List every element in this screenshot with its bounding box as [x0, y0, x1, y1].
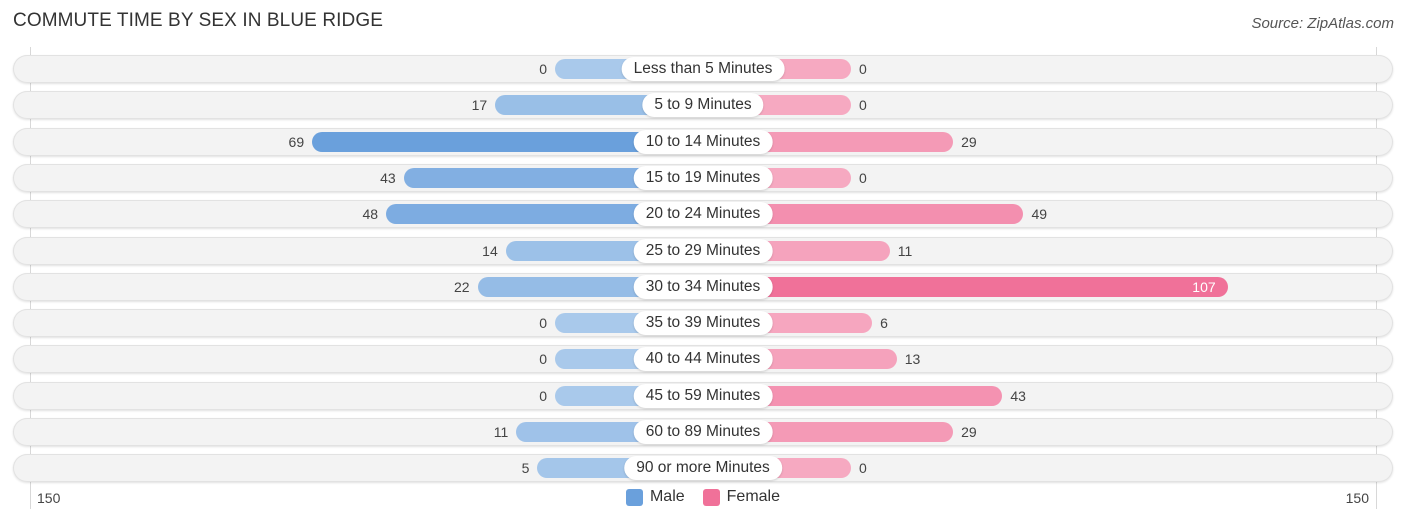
value-label-female: 0	[859, 97, 867, 114]
female-swatch-icon	[702, 488, 720, 506]
value-label-male: 11	[493, 424, 509, 440]
legend-item-female[interactable]: Female	[702, 488, 781, 506]
category-label: 20 to 24 Minutes	[633, 202, 773, 227]
value-label-male: 0	[539, 351, 547, 368]
value-label-female: 0	[859, 169, 867, 186]
value-label-male: 17	[471, 97, 488, 114]
category-label: 60 to 89 Minutes	[633, 420, 773, 444]
male-swatch-icon	[625, 488, 643, 506]
value-label-male: 43	[380, 169, 396, 186]
value-label-female: 49	[1031, 206, 1048, 223]
category-label: 15 to 19 Minutes	[633, 165, 773, 190]
value-label-male: 14	[482, 242, 498, 259]
legend: Male Female	[0, 488, 1406, 506]
value-label-female: 0	[859, 460, 867, 477]
category-label: 40 to 44 Minutes	[633, 347, 773, 372]
legend-item-male[interactable]: Male	[625, 488, 685, 506]
value-label-female: 11	[897, 242, 913, 259]
category-label: 35 to 39 Minutes	[633, 311, 773, 336]
value-label-female: 13	[904, 351, 921, 368]
legend-label-male: Male	[649, 488, 685, 505]
value-label-female: 107	[1192, 278, 1216, 295]
chart-title: COMMUTE TIME BY SEX IN BLUE RIDGE	[13, 10, 383, 31]
value-label-female: 43	[1010, 387, 1026, 404]
category-label: Less than 5 Minutes	[621, 57, 785, 81]
value-label-female: 0	[859, 61, 867, 77]
category-label: 45 to 59 Minutes	[633, 383, 773, 408]
category-label: 30 to 34 Minutes	[633, 274, 773, 299]
bar-female[interactable]	[703, 276, 1228, 297]
value-label-male: 0	[539, 61, 547, 77]
value-label-male: 22	[453, 278, 470, 295]
source-label: Source: ZipAtlas.com	[1251, 15, 1394, 32]
category-label: 90 or more Minutes	[624, 456, 782, 481]
value-label-female: 6	[880, 315, 888, 332]
value-label-male: 48	[362, 206, 379, 223]
value-label-male: 69	[288, 133, 305, 150]
legend-label-female: Female	[726, 488, 781, 505]
category-label: 10 to 14 Minutes	[633, 129, 773, 154]
value-label-male: 0	[539, 387, 547, 404]
value-label-female: 29	[961, 133, 977, 150]
category-label: 5 to 9 Minutes	[642, 93, 764, 118]
category-label: 25 to 29 Minutes	[633, 238, 773, 263]
value-label-male: 0	[539, 315, 547, 332]
value-label-female: 29	[961, 424, 977, 440]
value-label-male: 5	[521, 460, 530, 477]
